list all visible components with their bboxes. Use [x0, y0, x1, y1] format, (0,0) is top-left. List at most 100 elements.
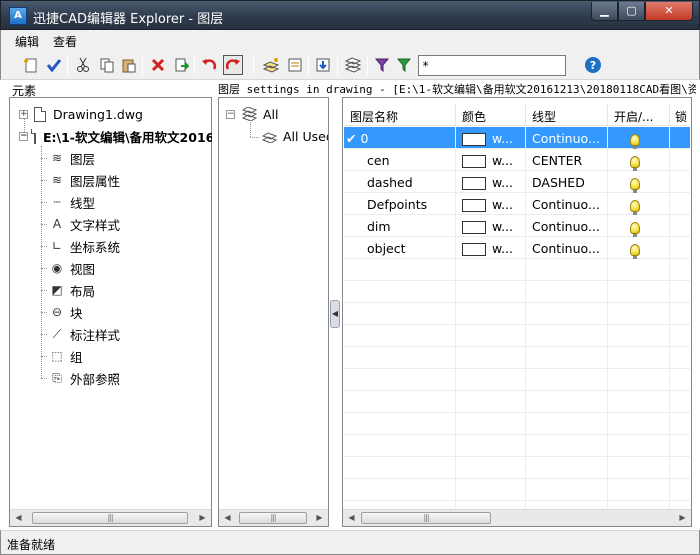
column-header-lock[interactable]: 锁	[670, 105, 690, 126]
layer-props-icon[interactable]	[285, 55, 305, 75]
tree-node-view[interactable]: ◉ 视图	[41, 257, 95, 279]
layer-row[interactable]: dashed w... DASHED	[344, 171, 690, 193]
tree-node-layers[interactable]: ≋ 图层	[41, 147, 95, 169]
scroll-right-arrow[interactable]: ▶	[194, 510, 211, 526]
tree-node-dim-style[interactable]: ⟋ 标注样式	[41, 323, 120, 345]
layer-linetype-cell[interactable]: CENTER	[526, 149, 608, 171]
layer-new-icon[interactable]	[261, 55, 281, 75]
layer-color-cell[interactable]: w...	[456, 171, 526, 193]
scroll-thumb[interactable]: |||	[361, 512, 491, 524]
layer-color-cell[interactable]: w...	[456, 149, 526, 171]
scroll-left-arrow[interactable]: ◀	[219, 510, 236, 526]
cut-icon[interactable]	[73, 55, 93, 75]
filter-apply-icon[interactable]	[395, 55, 415, 75]
filter-hscrollbar[interactable]: ◀ ||| ▶	[219, 509, 328, 526]
layer-name-cell[interactable]: dim	[344, 215, 456, 237]
scroll-right-arrow[interactable]: ▶	[311, 510, 328, 526]
tree-node-group[interactable]: ⬚ 组	[41, 345, 83, 367]
minimize-button[interactable]: ▁	[591, 2, 618, 21]
layer-name-cell[interactable]: ✔ 0	[344, 127, 456, 149]
collapse-toggle[interactable]: −	[19, 131, 28, 141]
layer-lock-cell[interactable]	[670, 193, 690, 215]
tree-node-layer-properties[interactable]: ≋ 图层属性	[41, 169, 120, 191]
grid-hscrollbar[interactable]: ◀ ||| ▶	[343, 509, 691, 526]
layer-row[interactable]: cen w... CENTER	[344, 149, 690, 171]
export-icon[interactable]	[171, 55, 191, 75]
layer-color-cell[interactable]: w...	[456, 193, 526, 215]
layer-states-icon[interactable]	[343, 55, 363, 75]
layer-on-cell[interactable]	[608, 149, 670, 171]
panel-splitter[interactable]: ◀	[330, 300, 340, 328]
help-icon[interactable]: ?	[583, 55, 603, 75]
new-item-icon[interactable]	[21, 55, 41, 75]
tree-node-linetype[interactable]: ┄ 线型	[41, 191, 95, 213]
layer-name-cell[interactable]: object	[344, 237, 456, 259]
tree-drawing-2[interactable]: − E:\1-软文编辑\备用软文2016	[19, 125, 212, 147]
lightbulb-icon[interactable]	[630, 177, 640, 193]
close-button[interactable]: ✕	[645, 2, 693, 21]
scroll-left-arrow[interactable]: ◀	[343, 510, 360, 526]
menu-view[interactable]: 查看	[53, 33, 77, 50]
column-header-on[interactable]: 开启/...	[608, 105, 670, 126]
delete-icon[interactable]	[148, 55, 168, 75]
tree-node-xref[interactable]: ⎘ 外部参照	[41, 367, 120, 389]
layer-lock-cell[interactable]	[670, 127, 690, 149]
check-icon[interactable]	[44, 55, 64, 75]
tree-node-block[interactable]: ⊖ 块	[41, 301, 83, 323]
layer-on-cell[interactable]	[608, 237, 670, 259]
lightbulb-icon[interactable]	[630, 221, 640, 237]
filter-icon[interactable]	[373, 55, 393, 75]
tree-drawing-1[interactable]: + Drawing1.dwg	[19, 103, 143, 125]
layer-color-cell[interactable]: w...	[456, 127, 526, 149]
layer-on-cell[interactable]	[608, 193, 670, 215]
scroll-left-arrow[interactable]: ◀	[10, 510, 27, 526]
filter-all[interactable]: − All	[226, 103, 279, 125]
lightbulb-icon[interactable]	[630, 199, 640, 215]
layer-on-cell[interactable]	[608, 127, 670, 149]
import-icon[interactable]	[313, 55, 333, 75]
layer-color-cell[interactable]: w...	[456, 215, 526, 237]
layer-on-cell[interactable]	[608, 171, 670, 193]
menu-edit[interactable]: 编辑	[15, 33, 39, 50]
layer-linetype-cell[interactable]: Continuo...	[526, 193, 608, 215]
layer-linetype-cell[interactable]: Continuo...	[526, 215, 608, 237]
tree-node-layout[interactable]: ◩ 布局	[41, 279, 95, 301]
layer-linetype-cell[interactable]: DASHED	[526, 171, 608, 193]
layer-linetype-cell[interactable]: Continuo...	[526, 127, 608, 149]
scroll-thumb[interactable]: |||	[239, 512, 307, 524]
elements-hscrollbar[interactable]: ◀ ||| ▶	[10, 509, 211, 526]
expand-toggle[interactable]: +	[19, 109, 28, 119]
layer-filter-input[interactable]	[418, 55, 566, 76]
layer-row[interactable]: object w... Continuo...	[344, 237, 690, 259]
scroll-right-arrow[interactable]: ▶	[674, 510, 691, 526]
layer-on-cell[interactable]	[608, 215, 670, 237]
layer-name-cell[interactable]: cen	[344, 149, 456, 171]
tree-node-text-style[interactable]: A 文字样式	[41, 213, 120, 235]
maximize-button[interactable]: ▢	[618, 2, 645, 21]
lightbulb-icon[interactable]	[630, 243, 640, 259]
layer-name-cell[interactable]: Defpoints	[344, 193, 456, 215]
scroll-thumb[interactable]: |||	[32, 512, 188, 524]
copy-icon[interactable]	[97, 55, 117, 75]
tree-node-ucs[interactable]: ∟ 坐标系统	[41, 235, 120, 257]
lightbulb-icon[interactable]	[630, 155, 640, 171]
layer-linetype-cell[interactable]: Continuo...	[526, 237, 608, 259]
layer-lock-cell[interactable]	[670, 171, 690, 193]
paste-icon[interactable]	[119, 55, 139, 75]
column-header-name[interactable]: 图层名称	[344, 105, 456, 126]
layer-lock-cell[interactable]	[670, 149, 690, 171]
layer-row[interactable]: dim w... Continuo...	[344, 215, 690, 237]
layer-name-cell[interactable]: dashed	[344, 171, 456, 193]
collapse-toggle[interactable]: −	[226, 109, 235, 119]
column-header-color[interactable]: 颜色	[456, 105, 526, 126]
redo-icon[interactable]	[223, 55, 243, 75]
column-header-linetype[interactable]: 线型	[526, 105, 608, 126]
undo-icon[interactable]	[199, 55, 219, 75]
layer-lock-cell[interactable]	[670, 237, 690, 259]
lightbulb-icon[interactable]	[630, 133, 640, 149]
layer-row[interactable]: Defpoints w... Continuo...	[344, 193, 690, 215]
layer-row[interactable]: ✔ 0 w... Continuo...	[344, 127, 690, 149]
layer-color-cell[interactable]: w...	[456, 237, 526, 259]
filter-all-used[interactable]: All Used Layers	[261, 125, 328, 147]
layer-lock-cell[interactable]	[670, 215, 690, 237]
